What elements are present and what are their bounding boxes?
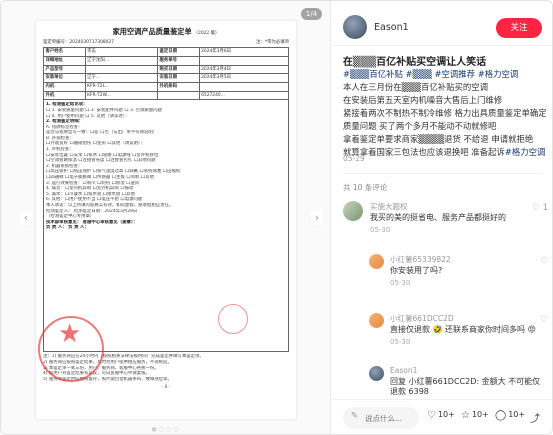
comment-date: 05-30 <box>390 279 411 287</box>
post-body-line: #▒▒▒百亿补贴 #▒▒▒ #空调推荐 #格力空调 <box>343 69 519 79</box>
comment-button[interactable]: ◯ 10+ <box>495 410 525 421</box>
comment-bubble-icon: ◯ <box>495 410 507 421</box>
comment-like-button[interactable]: ♡ <box>540 256 548 266</box>
document-cell <box>198 81 290 92</box>
image-counter: 1/4 <box>300 8 322 20</box>
post-body-line: 拿着鉴定单要求商家▒▒▒▒退货 不给退 申请就拒绝 <box>343 134 534 144</box>
heart-icon: ♡ <box>540 256 548 266</box>
comment-count: 共 10 条评论 <box>343 183 388 192</box>
commenter-avatar[interactable] <box>369 313 384 328</box>
quality-report-image: 家用空调产品质量鉴定单 （2022 版） 鉴定单编号：20240307173080… <box>36 21 296 419</box>
post-title: 在▒▒▒百亿补贴买空调让人笑话 <box>343 57 487 68</box>
commenter-name[interactable]: 小红薯65339822 <box>390 254 451 265</box>
comment-like-button[interactable]: ♡ <box>540 315 548 325</box>
content-divider <box>343 173 542 174</box>
pencil-icon: ✎ <box>351 411 359 421</box>
document-cell: 2024年3月5日 <box>198 73 290 83</box>
post-body: #▒▒▒百亿补贴 #▒▒▒ #空调推荐 #格力空调 本人在三月份在▒▒▒百亿补贴买… <box>343 68 549 159</box>
document-cell: KFR-72W... <box>84 90 158 101</box>
document-cell: 外机 <box>43 90 86 101</box>
share-button[interactable]: ⤴ <box>530 410 542 425</box>
author-info[interactable]: Eason1 <box>343 15 409 39</box>
document-cell: 外机条码 <box>156 81 200 92</box>
document-cell: 6527240... <box>198 90 290 101</box>
author-avatar[interactable] <box>343 15 367 39</box>
document-row: 外机 KFR-72W... 6527240... <box>43 90 290 101</box>
commenter-avatar[interactable] <box>369 366 384 381</box>
document-cell: 客户姓名 <box>43 47 86 57</box>
document-cell: 详细地址 <box>43 55 86 66</box>
comment-text: 回复 小红薯661DCC2D: 金额大 不可能仅退款 6398 <box>390 377 541 396</box>
document-cell: 购买日期 <box>156 64 200 75</box>
document-cell: 鉴定日期 <box>156 47 200 57</box>
post-body-line: 就算拿着国家三包法也应该退换吧 准备起诉#格力空调 <box>343 147 546 157</box>
post-body-line: 紧接着两次不制热不制冷维修 格力出具质量鉴定单确定 <box>343 108 547 118</box>
document-cell: 2024年3月6日 <box>198 47 290 57</box>
comment-like-button[interactable]: ♡ 1 <box>532 203 548 213</box>
post-date: 05-29 <box>343 154 365 163</box>
heart-icon: ♡ <box>532 203 540 213</box>
heart-icon: ♡ <box>427 410 436 421</box>
document-cell: 安装单位 <box>43 73 86 83</box>
document-title: 家用空调产品质量鉴定单 （2022 版） <box>112 27 220 36</box>
next-image-button[interactable]: › <box>311 211 323 225</box>
document-cell: 内机 <box>43 81 86 92</box>
document-row: 详细地址 辽宁沈阳... 服务单号 <box>43 55 290 66</box>
document-cell: 安装日期 <box>156 73 200 83</box>
note-detail-window: 家用空调产品质量鉴定单 （2022 版） 鉴定单编号：20240307173080… <box>0 0 553 435</box>
comment-text: 你安装用了吗? <box>390 266 443 275</box>
image-dots-indicator: ●○○○ <box>151 426 181 433</box>
collect-button[interactable]: ☆ 10+ <box>461 410 489 421</box>
image-viewer[interactable]: 家用空调产品质量鉴定单 （2022 版） 鉴定单编号：20240307173080… <box>1 1 331 434</box>
commenter-name[interactable]: 实施大题权 <box>370 201 408 212</box>
post-panel: Eason1 关注 在▒▒▒百亿补贴买空调让人笑话 #▒▒▒百亿补贴 #▒▒▒ … <box>331 1 552 434</box>
star-icon: ☆ <box>461 410 470 421</box>
document-cell <box>156 90 200 101</box>
post-body-line: 本人在三月份在▒▒▒百亿补贴买的空调 <box>343 82 488 92</box>
red-seal-stamp <box>38 316 104 382</box>
comment-text: 直接仅退款 🤣 还联系商家你时间多吗 😡 <box>390 325 536 334</box>
post-body-line: 在安装后第五天室内机噪音大售后上门维修 <box>343 95 503 105</box>
commenter-avatar[interactable] <box>343 201 363 221</box>
commenter-avatar[interactable] <box>369 254 384 269</box>
document-page-number: - 8 - <box>161 385 171 391</box>
header-divider <box>331 45 552 46</box>
commenter-name[interactable]: 小红薯661DCC2D <box>390 313 454 324</box>
bottom-action-bar: ✎ ♡10+ ☆10+ ◯10+ ⤴ <box>331 399 552 434</box>
document-cell: 辽宁... <box>84 73 158 83</box>
document-table: 客户姓名 李志 鉴定日期 2024年3月6日 详细地址 辽宁沈阳... 服务单号 产品型号 购买… <box>43 47 290 353</box>
document-cell: 服务单号 <box>156 55 200 66</box>
document-cell <box>198 55 290 66</box>
like-button[interactable]: ♡ 10+ <box>427 410 455 421</box>
document-cell: KFR-72L... <box>84 81 158 92</box>
share-icon: ⤴ <box>530 414 540 425</box>
inspection-details: 1. 检测鉴定结论项： 口 1. 安装质量问题 口 2. 安装配件问题 口 3.… <box>43 99 289 353</box>
commenter-name[interactable]: Eason1 <box>390 366 417 375</box>
comment-text: 我买的美的挺省电、服务产品都挺好的 <box>370 213 506 222</box>
prev-image-button[interactable]: ‹ <box>20 211 32 225</box>
signature-stamp <box>218 304 248 334</box>
comment-date: 05-30 <box>370 226 391 234</box>
document-row: 产品型号 购买日期 2024年3月4日 <box>43 64 290 75</box>
document-row: 安装单位 辽宁... 安装日期 2024年3月5日 <box>43 73 290 83</box>
document-row: 内机 KFR-72L... 外机条码 <box>43 81 290 92</box>
heart-icon: ♡ <box>540 315 548 325</box>
comment-date: 05-30 <box>390 338 411 346</box>
document-meta: 鉴定单编号：2024030717308027 注：*带为必填项 <box>43 39 289 45</box>
follow-button[interactable]: 关注 <box>496 18 542 38</box>
document-cell: 辽宁沈阳... <box>84 55 158 66</box>
document-cell <box>84 64 158 75</box>
document-line: 负 责 人： 负 责 人： <box>46 225 89 231</box>
document-cell: 李志 <box>84 47 158 57</box>
post-body-line: 质量问题 买了两个多月不能动不动就修吧 <box>343 121 497 131</box>
document-cell: 2024年3月4日 <box>198 64 290 75</box>
document-cell: 产品型号 <box>43 64 86 75</box>
document-row: 客户姓名 李志 鉴定日期 2024年3月6日 <box>43 47 290 57</box>
author-name[interactable]: Eason1 <box>374 22 409 33</box>
